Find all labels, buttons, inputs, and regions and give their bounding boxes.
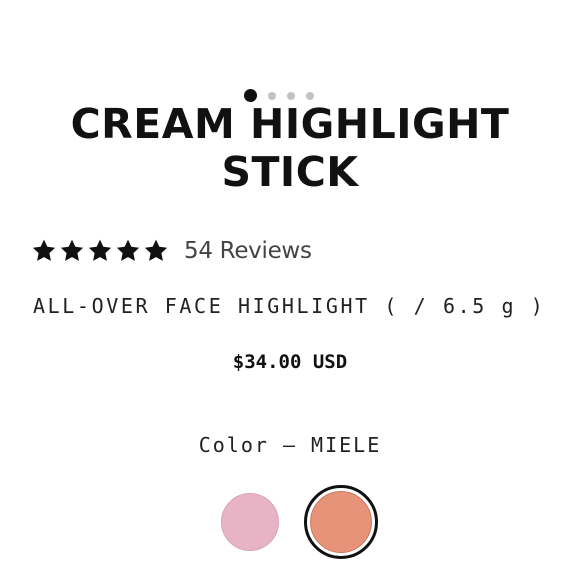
product-subtitle: ALL-OVER FACE HIGHLIGHT ( / 6.5 g ) xyxy=(33,294,546,318)
star-rating xyxy=(31,238,169,264)
color-swatch-miele[interactable] xyxy=(310,491,372,553)
carousel-dot-2[interactable] xyxy=(268,91,276,100)
star-icon xyxy=(31,238,57,264)
star-icon xyxy=(59,238,85,264)
color-swatch-row xyxy=(213,485,378,559)
color-label: Color — MIELE xyxy=(198,433,382,457)
swatch-wrapper-miele xyxy=(304,485,378,559)
swatch-wrapper-pink xyxy=(213,485,287,559)
product-price: $34.00 USD xyxy=(232,351,348,373)
product-title-line2: STICK xyxy=(221,148,359,196)
rating-row: 54 Reviews xyxy=(31,231,312,271)
star-icon xyxy=(115,238,141,264)
reviews-link[interactable]: 54 Reviews xyxy=(184,238,312,264)
carousel-dot-4[interactable] xyxy=(306,91,314,100)
color-swatch-pink[interactable] xyxy=(221,493,279,551)
product-title-line1: CREAM HIGHLIGHT xyxy=(70,100,510,148)
star-icon xyxy=(143,238,169,264)
star-icon xyxy=(87,238,113,264)
carousel-dot-3[interactable] xyxy=(287,91,295,100)
product-title: CREAM HIGHLIGHT STICK xyxy=(0,100,580,196)
